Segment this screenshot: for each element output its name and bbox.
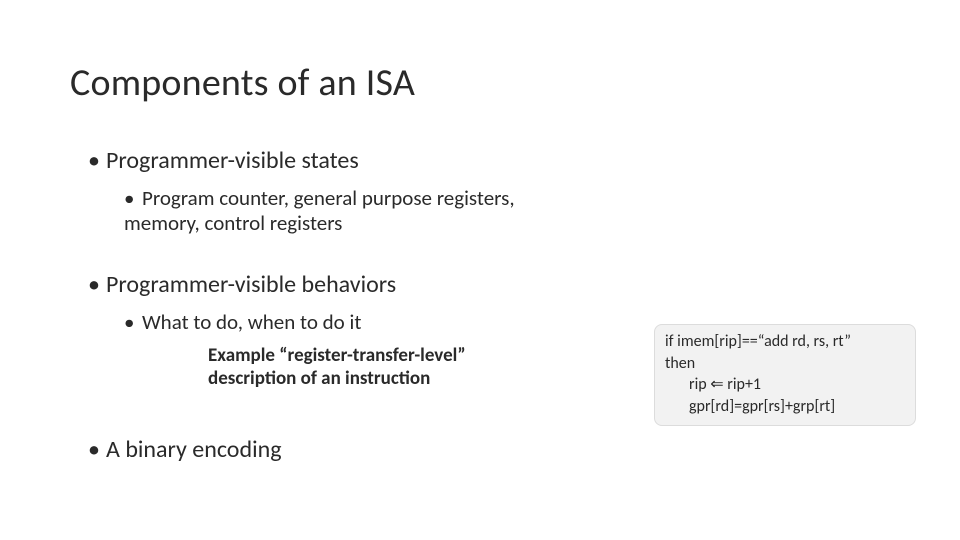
example-note-line2: description of an instruction: [208, 367, 568, 391]
code-line: rip ⇐ rip+1: [665, 374, 905, 396]
pseudocode-box: if imem[rip]==“add rd, rs, rt” then rip …: [654, 324, 916, 426]
bullet-text: A binary encoding: [106, 435, 282, 464]
bullet-dot-icon: •: [124, 310, 142, 335]
bullet-level2: •What to do, when to do it: [124, 310, 584, 335]
bullet-dot-icon: •: [88, 435, 106, 465]
bullet-level2: •Program counter, general purpose regist…: [124, 186, 584, 236]
bullet-text: Programmer-visible behaviors: [106, 270, 396, 299]
bullet-level1: •A binary encoding: [88, 435, 890, 465]
bullet-dot-icon: •: [88, 146, 106, 176]
bullet-level1: •Programmer-visible states: [88, 146, 890, 176]
code-line: gpr[rd]=gpr[rs]+grp[rt]: [665, 396, 905, 418]
code-line: then: [665, 354, 695, 373]
example-note-line1: Example “register-transfer-level”: [208, 344, 568, 368]
bullet-dot-icon: •: [88, 270, 106, 300]
bullet-level1: •Programmer-visible behaviors: [88, 270, 890, 300]
code-line: if imem[rip]==“add rd, rs, rt”: [665, 332, 851, 351]
bullet-text: Program counter, general purpose registe…: [124, 185, 515, 236]
slide: Components of an ISA •Programmer-visible…: [0, 0, 960, 540]
bullet-text: What to do, when to do it: [142, 309, 361, 335]
spacer: [70, 244, 890, 270]
bullet-dot-icon: •: [124, 186, 142, 211]
slide-title: Components of an ISA: [70, 60, 890, 106]
bullet-text: Programmer-visible states: [106, 146, 359, 175]
